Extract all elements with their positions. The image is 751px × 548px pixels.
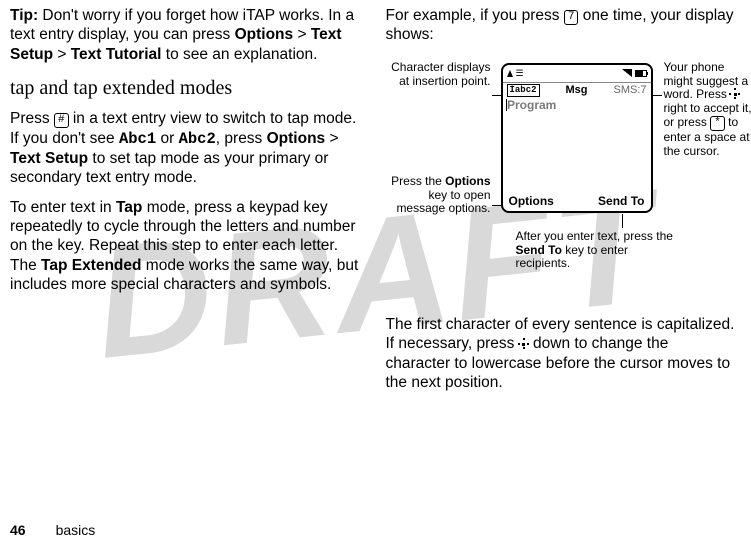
capitalization-paragraph: The first character of every sentence is… <box>386 315 738 393</box>
service-icon: ☰ <box>516 68 524 79</box>
callout-word-suggestion: Your phone might suggest a word. Press r… <box>664 61 751 159</box>
callout-options-key: Press the Options key to open message op… <box>386 175 491 216</box>
page-footer: 46 basics <box>10 522 95 538</box>
tap-extended-label: Tap Extended <box>41 257 141 274</box>
hash-key-icon: # <box>54 113 69 128</box>
co-c: key to open message options. <box>396 188 490 216</box>
nav-key-icon <box>519 339 529 349</box>
tip-options: Options <box>235 26 294 43</box>
callout-insertion-point: Character displays at insertion point. <box>386 61 491 89</box>
msg-label: Msg <box>566 84 588 98</box>
gt1: > <box>293 26 311 43</box>
tap-mode-label: Tap <box>116 199 142 216</box>
page-number: 46 <box>10 522 26 538</box>
status-bar-right <box>622 69 647 77</box>
nav-key-icon <box>730 89 740 99</box>
status-bar: ☰ <box>503 65 651 83</box>
star-key-icon: * <box>710 116 725 131</box>
p2-options: Options <box>267 130 326 147</box>
tap-usage-paragraph: To enter text in Tap mode, press a keypa… <box>10 198 362 295</box>
right-column: For example, if you press 7 one time, yo… <box>386 6 738 508</box>
seven-key-icon: 7 <box>564 10 579 25</box>
p3a: To enter text in <box>10 199 116 216</box>
cs-a: After you enter text, press the <box>516 229 673 243</box>
section-name: basics <box>56 522 96 538</box>
tap-switch-paragraph: Press # in a text entry view to switch t… <box>10 109 362 188</box>
phone-figure: Character displays at insertion point. P… <box>386 55 738 315</box>
co-a: Press the <box>391 174 445 188</box>
callout-line <box>622 214 623 228</box>
p2-gt: > <box>325 130 338 147</box>
typed-text-line: Program <box>503 98 651 113</box>
sms-counter: SMS:7 <box>613 84 646 98</box>
tip-tutorial: Text Tutorial <box>71 46 162 63</box>
cs-sendto: Send To <box>516 243 562 257</box>
status-bar-left: ☰ <box>507 68 524 79</box>
example-intro-paragraph: For example, if you press 7 one time, yo… <box>386 6 738 45</box>
p2-or: or <box>156 130 178 147</box>
r-p1a: For example, if you press <box>386 7 564 24</box>
softkey-bar: Options Send To <box>503 194 651 209</box>
tip-body-b: to see an explanation. <box>161 46 317 63</box>
battery-icon <box>635 70 647 77</box>
message-mode-line: Íabc2 Msg SMS:7 <box>503 83 651 98</box>
gt2: > <box>53 46 71 63</box>
abc1-mode-label: Abc1 <box>119 130 156 148</box>
typed-word: Program <box>507 98 556 113</box>
section-heading-tap-modes: tap and tap extended modes <box>10 76 362 101</box>
left-column: Tip: Don't worry if you forget how iTAP … <box>10 6 362 508</box>
signal-icon <box>507 70 513 77</box>
abc2-mode-label: Abc2 <box>179 130 216 148</box>
text-mode-indicator: Íabc2 <box>507 84 540 97</box>
tip-paragraph: Tip: Don't worry if you forget how iTAP … <box>10 6 362 64</box>
phone-screen: ☰ Íabc2 Msg SMS:7 Program Options <box>501 63 653 213</box>
softkey-sendto: Send To <box>598 194 644 209</box>
callout-sendto-key: After you enter text, press the Send To … <box>516 230 676 271</box>
signal-strength-icon <box>622 69 632 77</box>
softkey-options: Options <box>509 194 554 209</box>
co-options: Options <box>445 174 490 188</box>
p2-textsetup: Text Setup <box>10 150 88 167</box>
p2c: , press <box>216 130 267 147</box>
tip-label: Tip: <box>10 7 38 24</box>
p2a: Press <box>10 110 54 127</box>
